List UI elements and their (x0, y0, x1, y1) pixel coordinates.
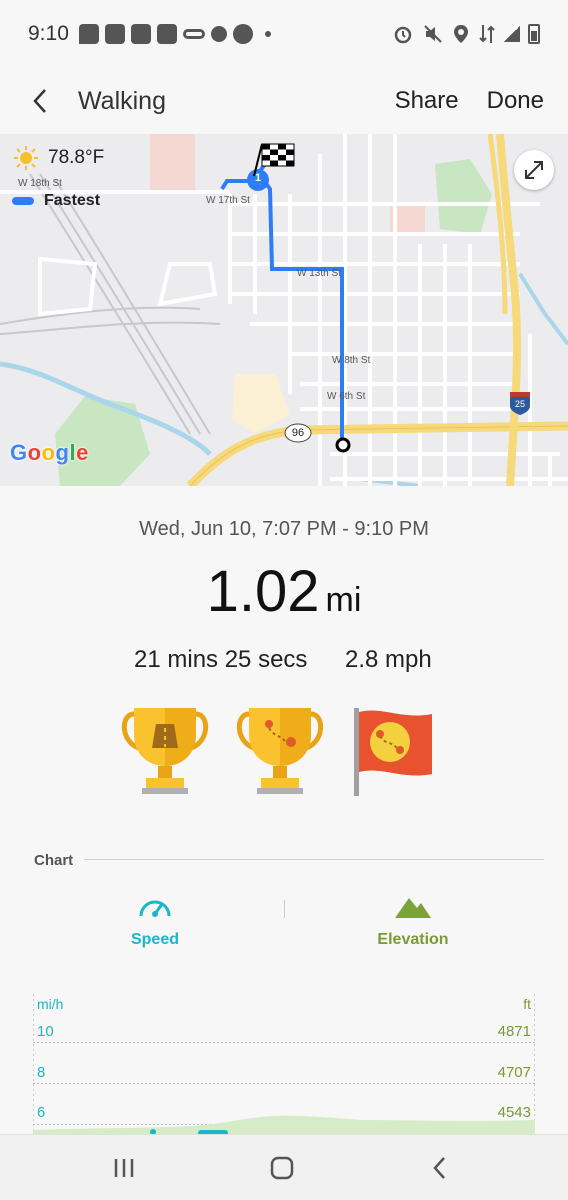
left-tick-label: 8 (37, 1064, 46, 1081)
route-map[interactable]: W 18th St W 17th St W 13th St W 8th St W… (0, 134, 568, 486)
street-label: W 18th St (18, 178, 62, 189)
weather-widget: 78.8°F (14, 146, 104, 170)
average-speed: 2.8 mph (345, 646, 432, 673)
tab-separator (284, 900, 285, 918)
home-icon (270, 1156, 294, 1180)
right-axis-unit: ft (523, 996, 531, 1012)
route-badge: 1 (254, 172, 262, 184)
map-background (0, 134, 568, 486)
street-label: W 8th St (332, 355, 371, 366)
status-time: 9:10 (28, 22, 69, 45)
left-tick-label: 10 (37, 1023, 54, 1040)
system-icons (392, 23, 540, 45)
more-notifications-icon (264, 31, 271, 37)
voicemail-icon (182, 29, 205, 39)
street-label: W 17th St (206, 195, 250, 206)
right-tick-label: 4543 (497, 1104, 531, 1121)
trophy-distance-icon[interactable] (120, 704, 210, 804)
location-icon (454, 25, 468, 43)
tab-speed[interactable]: Speed (90, 892, 220, 962)
speed-elevation-plot: mi/h ft 10 8 6 4871 4707 4543 (33, 994, 535, 1134)
done-button[interactable]: Done (473, 79, 568, 123)
back-button[interactable] (16, 76, 66, 126)
expand-map-button[interactable] (514, 150, 554, 190)
google-logo: Google (10, 440, 89, 465)
recent-apps-button[interactable] (104, 1153, 144, 1183)
notification-icons (78, 24, 271, 44)
chevron-left-icon (33, 89, 46, 113)
tab-elevation[interactable]: Elevation (348, 892, 478, 962)
page-title: Walking (78, 86, 166, 115)
back-arrow-icon (433, 1157, 445, 1179)
plot-grid (33, 994, 535, 1134)
nav-back-button[interactable] (420, 1153, 460, 1183)
route-legend: Fastest (12, 192, 100, 210)
legend-label: Fastest (44, 192, 101, 209)
system-nav-bar (0, 1134, 568, 1200)
sun-icon (14, 146, 38, 170)
temperature: 78.8°F (48, 147, 105, 168)
app-notification-icon (130, 24, 151, 44)
distance-value: 1.02 (206, 559, 320, 624)
messenger-icon (232, 24, 253, 44)
street-label: W 13th St (297, 268, 341, 279)
chart-section-label: Chart (34, 852, 74, 869)
distance-unit: mi (325, 581, 362, 619)
tab-elevation-label: Elevation (377, 931, 449, 948)
left-tick-label: 6 (37, 1104, 46, 1121)
share-button[interactable]: Share (381, 79, 473, 123)
interstate-shield-label: 25 (514, 399, 525, 409)
distance: 1.02 mi (0, 558, 568, 625)
speedometer-icon (139, 900, 171, 917)
expand-icon (525, 161, 543, 179)
tab-speed-label: Speed (130, 931, 179, 948)
app-notification-icon (156, 24, 177, 44)
recents-icon (114, 1159, 134, 1177)
home-button[interactable] (262, 1153, 302, 1183)
accessibility-icon (210, 26, 227, 42)
mute-icon (424, 25, 442, 43)
achievements (120, 704, 450, 804)
right-tick-label: 4707 (497, 1064, 531, 1081)
flag-route-icon[interactable] (352, 704, 442, 804)
mountain-icon (395, 898, 431, 918)
highway-shield-label: 96 (291, 427, 305, 439)
left-axis-unit: mi/h (37, 996, 64, 1012)
data-transfer-icon (479, 25, 495, 43)
app-bar: Walking Share Done (0, 68, 568, 134)
duration: 21 mins 25 secs (134, 646, 308, 673)
trophy-route-icon[interactable] (235, 704, 325, 804)
message-icon (78, 24, 99, 44)
right-tick-label: 4871 (497, 1023, 531, 1040)
status-bar: 9:10 (0, 0, 568, 68)
alarm-icon (394, 26, 412, 44)
battery-icon (528, 24, 540, 44)
date-range: Wed, Jun 10, 7:07 PM - 9:10 PM (139, 518, 429, 540)
app-notification-icon (104, 24, 125, 44)
street-label: W 6th St (327, 391, 366, 402)
signal-icon (504, 26, 520, 42)
legend-swatch (12, 197, 34, 205)
section-divider (84, 859, 544, 860)
